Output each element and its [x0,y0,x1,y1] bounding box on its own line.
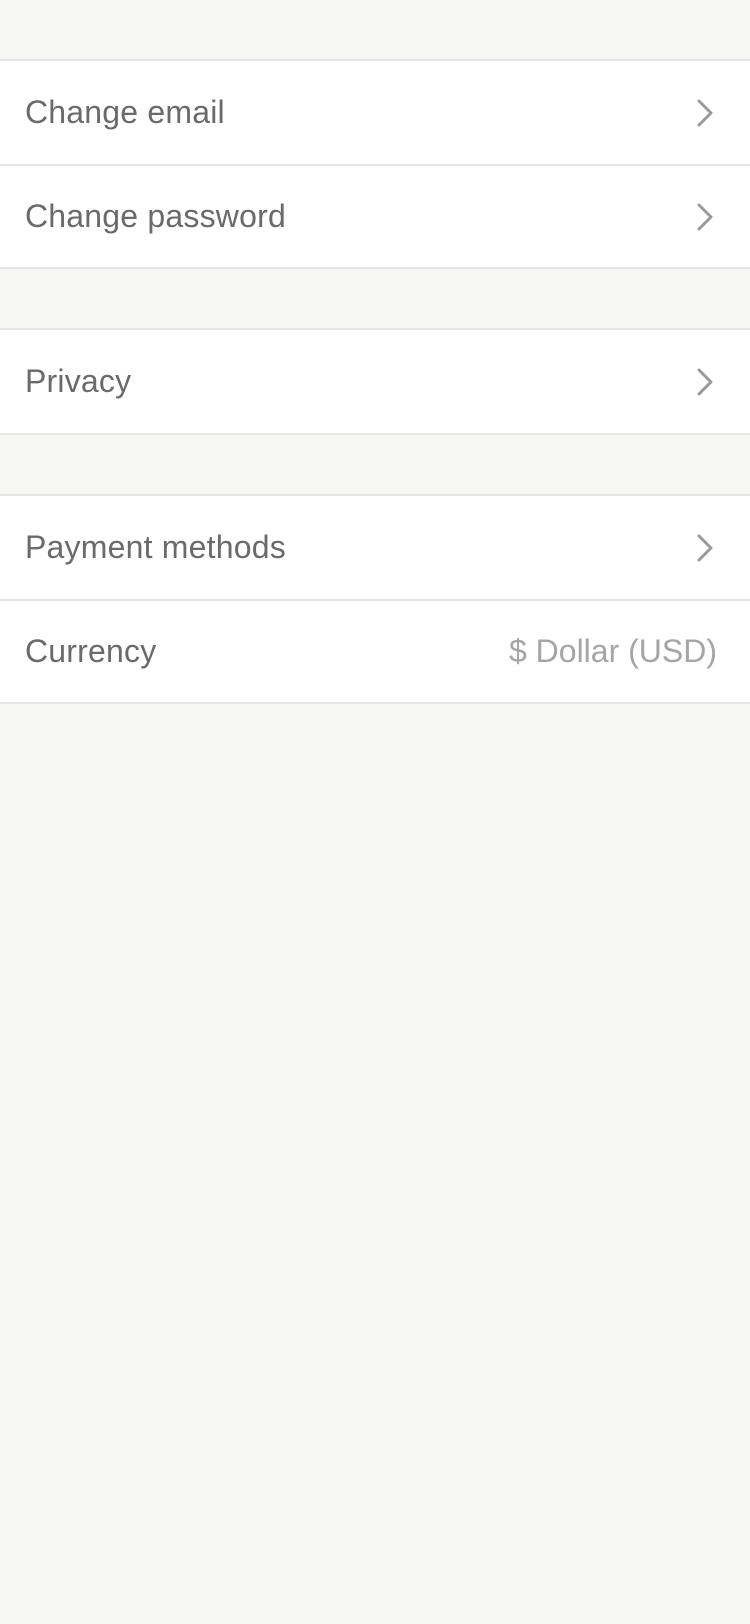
currency-label: Currency [25,633,157,669]
change-email-label: Change email [25,94,225,130]
currency-value: $ Dollar (USD) [508,633,717,669]
change-password-row[interactable]: Change password [0,164,750,267]
change-password-label: Change password [25,198,286,234]
privacy-group: Privacy [0,328,750,435]
privacy-row[interactable]: Privacy [0,330,750,433]
account-group: Change email Change password [0,59,750,269]
currency-row[interactable]: Currency $ Dollar (USD) [0,599,750,702]
payment-methods-label: Payment methods [25,529,286,565]
chevron-right-icon [693,96,717,130]
change-email-row[interactable]: Change email [0,61,750,164]
payment-methods-row[interactable]: Payment methods [0,496,750,599]
section-spacer [0,435,750,494]
section-spacer-top [0,0,750,59]
chevron-right-icon [693,200,717,234]
payment-group: Payment methods Currency $ Dollar (USD) [0,494,750,704]
privacy-label: Privacy [25,363,132,399]
section-spacer [0,269,750,328]
chevron-right-icon [693,365,717,399]
chevron-right-icon [693,531,717,565]
settings-screen: Change email Change password Privacy Pay… [0,0,750,1624]
